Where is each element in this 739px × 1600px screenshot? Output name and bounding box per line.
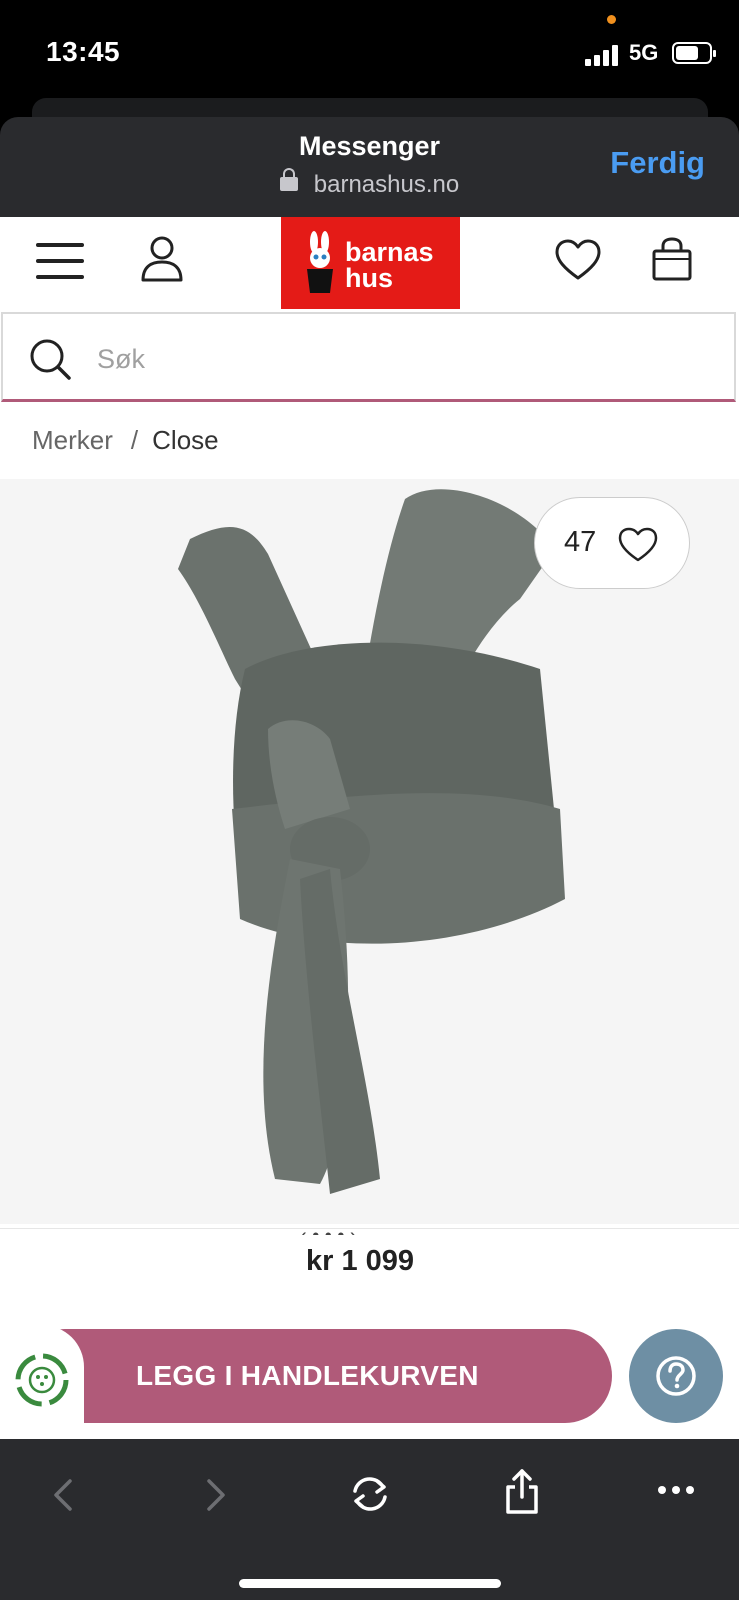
- privacy-indicator-dot: [607, 15, 616, 24]
- favorite-count: 47: [564, 526, 597, 558]
- browser-toolbar: [0, 1439, 739, 1600]
- question-icon: [656, 1356, 696, 1396]
- recycle-icon: [15, 1353, 69, 1407]
- status-bar: 13:45 5G: [0, 0, 739, 110]
- in-app-browser-header: Messenger barnashus.no Ferdig: [0, 117, 739, 217]
- battery-icon: [672, 42, 716, 64]
- forward-icon[interactable]: [205, 1477, 229, 1513]
- favorite-count-button[interactable]: 47: [534, 497, 690, 589]
- breadcrumb-link-merker[interactable]: Merker: [32, 425, 113, 455]
- url-text: barnashus.no: [313, 171, 460, 198]
- lock-icon: [279, 168, 298, 191]
- more-options-icon[interactable]: [657, 1484, 695, 1496]
- signal-icon: [585, 44, 619, 66]
- eco-badge[interactable]: [0, 1325, 84, 1439]
- search-input[interactable]: Søk: [97, 344, 145, 375]
- search-icon: [30, 339, 71, 380]
- heart-icon[interactable]: [554, 238, 602, 282]
- baby-carrier-image: [178, 489, 565, 1194]
- site-logo[interactable]: barnas hus: [281, 217, 460, 309]
- menu-icon[interactable]: [36, 241, 86, 281]
- site-header: barnas hus: [0, 217, 739, 309]
- status-time: 13:45: [46, 36, 121, 67]
- image-pager[interactable]: ‹ • • • ›: [300, 1225, 357, 1235]
- user-icon[interactable]: [140, 235, 184, 283]
- refresh-icon[interactable]: [349, 1473, 391, 1515]
- back-icon[interactable]: [50, 1477, 74, 1513]
- share-icon[interactable]: [503, 1467, 541, 1515]
- shopping-bag-icon[interactable]: [651, 237, 693, 281]
- help-button[interactable]: [629, 1329, 723, 1423]
- divider: [0, 1228, 739, 1229]
- done-button[interactable]: Ferdig: [610, 145, 705, 181]
- breadcrumb: Merker / Close: [32, 425, 219, 456]
- product-image[interactable]: 47: [0, 479, 739, 1224]
- breadcrumb-current: Close: [152, 425, 219, 455]
- add-to-cart-label: LEGG I HANDLEKURVEN: [136, 1360, 479, 1391]
- product-price: kr 1 099: [305, 1245, 415, 1277]
- rabbit-logo-icon: [307, 231, 333, 293]
- logo-text: barnas hus: [345, 237, 434, 293]
- web-page: barnas hus Søk Merker / Close 47 kr 1 09…: [0, 217, 739, 1439]
- breadcrumb-separator: /: [130, 425, 139, 455]
- heart-icon: [618, 527, 658, 562]
- network-type: 5G: [629, 40, 659, 65]
- add-to-cart-button[interactable]: LEGG I HANDLEKURVEN: [18, 1329, 612, 1423]
- search-bar[interactable]: Søk: [1, 312, 736, 402]
- home-indicator[interactable]: [239, 1579, 501, 1588]
